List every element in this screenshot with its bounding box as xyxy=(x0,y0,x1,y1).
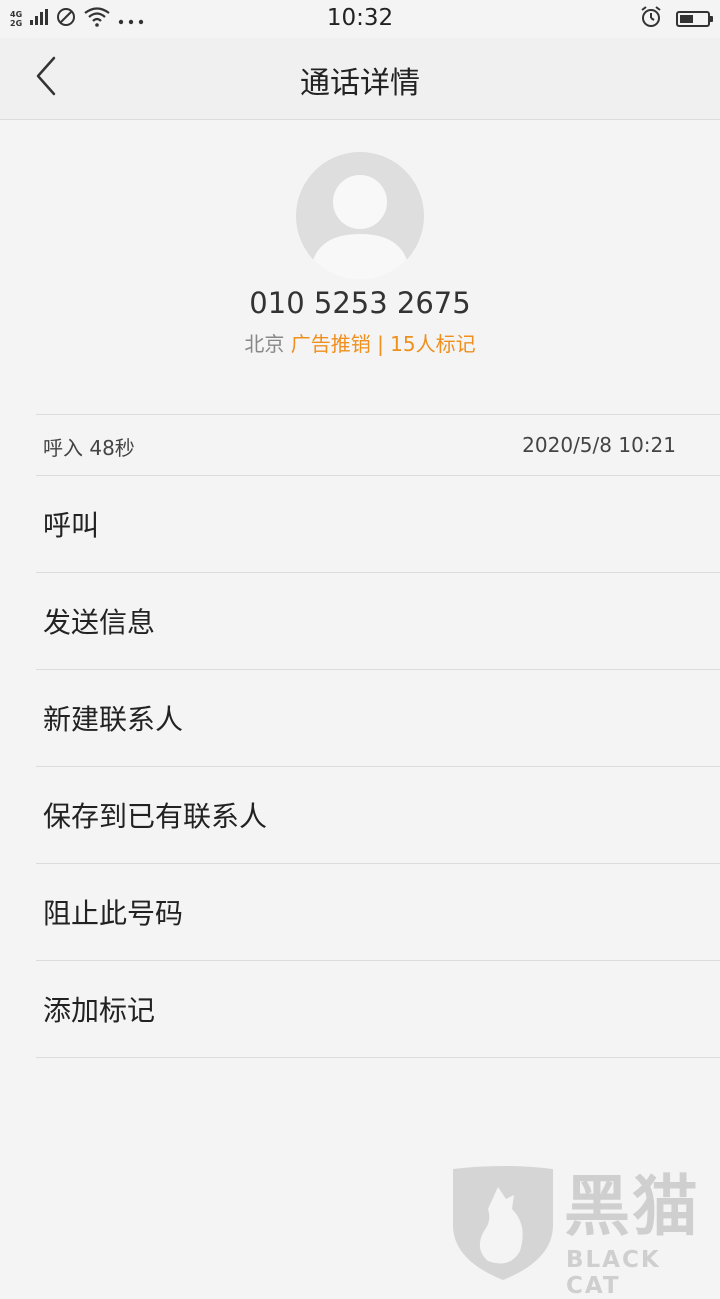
number-tag: 广告推销 | 15人标记 xyxy=(290,332,476,356)
status-bar: 4G 2G 10:32 xyxy=(0,0,720,38)
send-message-action-label: 发送信息 xyxy=(43,606,156,639)
call-log-entry: 呼入 48秒 2020/5/8 10:21 xyxy=(36,414,720,476)
status-right xyxy=(640,6,713,32)
number-info: 北京 广告推销 | 15人标记 xyxy=(0,328,720,357)
add-tag-action-label: 添加标记 xyxy=(43,994,156,1027)
new-contact-action[interactable]: 新建联系人 xyxy=(36,670,720,767)
battery-fill xyxy=(680,15,693,23)
call-action-label: 呼叫 xyxy=(43,509,100,542)
call-action[interactable]: 呼叫 xyxy=(36,476,720,573)
action-list: 呼叫 发送信息 新建联系人 保存到已有联系人 阻止此号码 添加标记 xyxy=(36,476,720,1058)
watermark-text-en: BLACK CAT xyxy=(566,1247,661,1299)
status-time: 10:32 xyxy=(326,5,394,31)
add-tag-action[interactable]: 添加标记 xyxy=(36,961,720,1058)
battery-icon xyxy=(676,11,713,27)
send-message-action[interactable]: 发送信息 xyxy=(36,573,720,670)
blackcat-watermark: 黑猫 BLACK CAT xyxy=(448,1165,720,1299)
save-to-existing-contact-action[interactable]: 保存到已有联系人 xyxy=(36,767,720,864)
page-title: 通话详情 xyxy=(300,66,420,101)
watermark-text-cn: 黑猫 xyxy=(564,1168,700,1245)
title-bar: 通话详情 xyxy=(0,38,720,120)
call-datetime: 2020/5/8 10:21 xyxy=(522,433,676,457)
save-to-existing-contact-action-label: 保存到已有联系人 xyxy=(43,800,268,833)
block-number-action[interactable]: 阻止此号码 xyxy=(36,864,720,961)
phone-number: 010 5253 2675 xyxy=(249,286,471,320)
default-avatar-icon xyxy=(296,175,424,280)
call-type-duration: 呼入 48秒 xyxy=(43,436,135,460)
alarm-icon xyxy=(640,6,662,32)
new-contact-action-label: 新建联系人 xyxy=(43,703,184,736)
contact-avatar xyxy=(296,152,424,280)
block-number-action-label: 阻止此号码 xyxy=(43,897,184,930)
number-city: 北京 xyxy=(244,332,285,356)
